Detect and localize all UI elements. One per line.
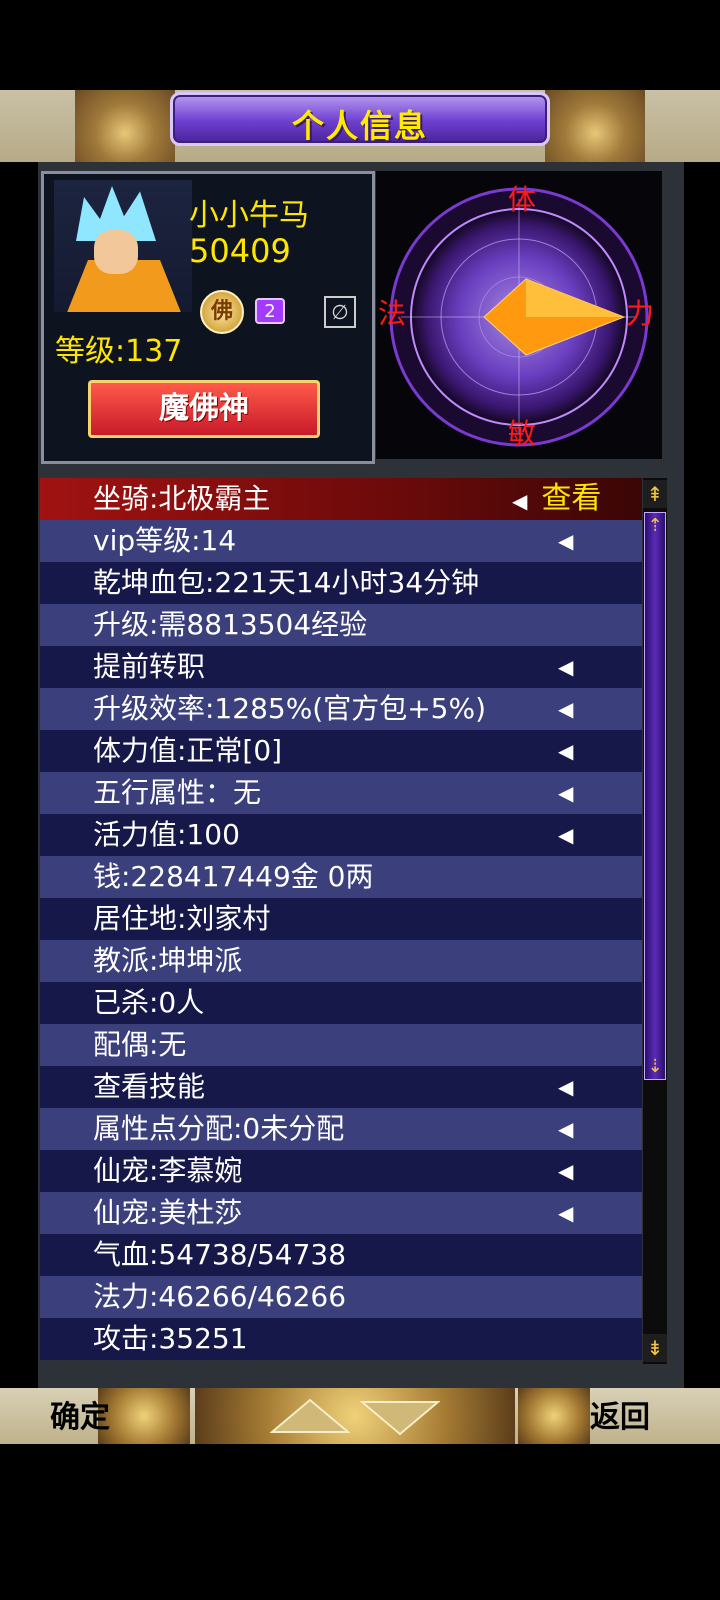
list-item-label: 仙宠:李慕婉 <box>93 1154 243 1187</box>
list-item-label: 气血:54738/54738 <box>93 1238 347 1271</box>
list-item-label: 攻击:35251 <box>93 1322 248 1355</box>
list-item-label: 居住地:刘家村 <box>93 902 271 935</box>
thumb-down-arrow-icon: ⇣ <box>647 1056 663 1077</box>
compass-north-label: 体 <box>508 183 537 216</box>
rank-number-badge: 2 <box>255 298 285 324</box>
list-item-label: 钱:228417449金 0两 <box>93 860 374 893</box>
avatar[interactable] <box>54 180 192 312</box>
list-item-label: 查看技能 <box>93 1070 206 1103</box>
list-item[interactable]: 仙宠:美杜莎 ◀ <box>40 1192 642 1234</box>
list-item-label: vip等级:14 <box>93 524 237 557</box>
player-id: 50409 <box>189 232 291 270</box>
left-arrow-icon: ◀ <box>558 739 574 763</box>
buddha-badge-icon[interactable]: 佛 <box>200 290 244 334</box>
info-list[interactable]: 坐骑:北极霸主 ◀ 查看 vip等级:14 ◀ 乾坤血包:221天14小时34分钟 … <box>40 478 642 1364</box>
list-item-mount[interactable]: 坐骑:北极霸主 ◀ 查看 <box>40 478 642 520</box>
view-mount-button[interactable]: ◀ 查看 <box>512 478 601 522</box>
ornament-bottom-3 <box>518 1388 590 1444</box>
player-name: 小小牛马 <box>189 198 309 233</box>
list-item-label: 配偶:无 <box>93 1028 187 1061</box>
list-item[interactable]: 升级效率:1285%(官方包+5%) ◀ <box>40 688 642 730</box>
title-banner: 个人信息 <box>170 92 550 146</box>
list-item[interactable]: 活力值:100 ◀ <box>40 814 642 856</box>
ornament-bottom-1 <box>98 1388 190 1444</box>
left-arrow-icon: ◀ <box>558 823 574 847</box>
list-item[interactable]: 查看技能 ◀ <box>40 1066 642 1108</box>
list-item-label: 五行属性：无 <box>93 776 262 809</box>
page-title: 个人信息 <box>291 107 428 145</box>
page-down-arrow-icon[interactable] <box>360 1398 440 1436</box>
list-item-label: 提前转职 <box>93 650 206 683</box>
left-arrow-icon: ◀ <box>558 1159 574 1183</box>
left-arrow-icon: ◀ <box>558 1117 574 1141</box>
list-item-label: 已杀:0人 <box>93 986 205 1019</box>
list-item[interactable]: 攻击:35251 <box>40 1318 642 1360</box>
list-item[interactable]: 教派:坤坤派 <box>40 940 642 982</box>
list-item-label: 活力值:100 <box>93 818 240 851</box>
list-item[interactable]: 法力:46266/46266 <box>40 1276 642 1318</box>
compass-west-label: 法 <box>378 297 407 330</box>
scrollbar-thumb[interactable]: ⇡ ⇣ <box>644 512 666 1080</box>
player-level: 等级:137 <box>55 334 183 369</box>
confirm-button[interactable]: 确定 <box>50 1392 110 1436</box>
compass-south-label: 敏 <box>508 417 537 450</box>
left-arrow-icon: ◀ <box>558 697 574 721</box>
list-item-label: 升级:需8813504经验 <box>93 608 368 641</box>
list-item[interactable]: 钱:228417449金 0两 <box>40 856 642 898</box>
list-item[interactable]: 五行属性：无 ◀ <box>40 772 642 814</box>
empty-slot-icon[interactable]: ∅ <box>324 296 356 328</box>
page-up-arrow-icon[interactable] <box>270 1398 350 1436</box>
ornament-bottom-2 <box>195 1388 515 1444</box>
title-badge-label: 魔佛神 <box>159 391 249 426</box>
left-arrow-icon: ◀ <box>512 489 528 513</box>
back-button[interactable]: 返回 <box>590 1392 650 1436</box>
list-item[interactable]: 升级:需8813504经验 <box>40 604 642 646</box>
list-item[interactable]: 气血:54738/54738 <box>40 1234 642 1276</box>
list-item-label: 升级效率:1285%(官方包+5%) <box>93 692 487 725</box>
list-item-label: 法力:46266/46266 <box>93 1280 347 1313</box>
list-item-label: 仙宠:美杜莎 <box>93 1196 243 1229</box>
title-badge[interactable]: 魔佛神 <box>88 380 320 438</box>
list-item[interactable]: 居住地:刘家村 <box>40 898 642 940</box>
left-arrow-icon: ◀ <box>558 1075 574 1099</box>
list-item[interactable]: 配偶:无 <box>40 1024 642 1066</box>
list-item-label: 坐骑:北极霸主 <box>93 482 271 515</box>
list-item[interactable]: 仙宠:李慕婉 ◀ <box>40 1150 642 1192</box>
list-item-label: 乾坤血包:221天14小时34分钟 <box>93 566 480 599</box>
list-item[interactable]: 已杀:0人 <box>40 982 642 1024</box>
compass-east-label: 力 <box>626 297 655 330</box>
list-item[interactable]: 属性点分配:0未分配 ◀ <box>40 1108 642 1150</box>
ornament-right <box>545 90 645 162</box>
left-arrow-icon: ◀ <box>558 529 574 553</box>
list-item-label: 属性点分配:0未分配 <box>93 1112 345 1145</box>
scroll-down-icon[interactable]: ⇟ <box>643 1334 667 1362</box>
list-item[interactable]: 体力值:正常[0] ◀ <box>40 730 642 772</box>
left-arrow-icon: ◀ <box>558 655 574 679</box>
list-item[interactable]: 乾坤血包:221天14小时34分钟 <box>40 562 642 604</box>
left-arrow-icon: ◀ <box>558 781 574 805</box>
list-item[interactable]: vip等级:14 ◀ <box>40 520 642 562</box>
list-item-label: 教派:坤坤派 <box>93 944 243 977</box>
ornament-left <box>75 90 175 162</box>
list-item-label: 体力值:正常[0] <box>93 734 283 767</box>
thumb-up-arrow-icon: ⇡ <box>647 515 663 536</box>
scroll-up-icon[interactable]: ⇞ <box>643 480 667 508</box>
list-item[interactable]: 提前转职 ◀ <box>40 646 642 688</box>
left-arrow-icon: ◀ <box>558 1201 574 1225</box>
